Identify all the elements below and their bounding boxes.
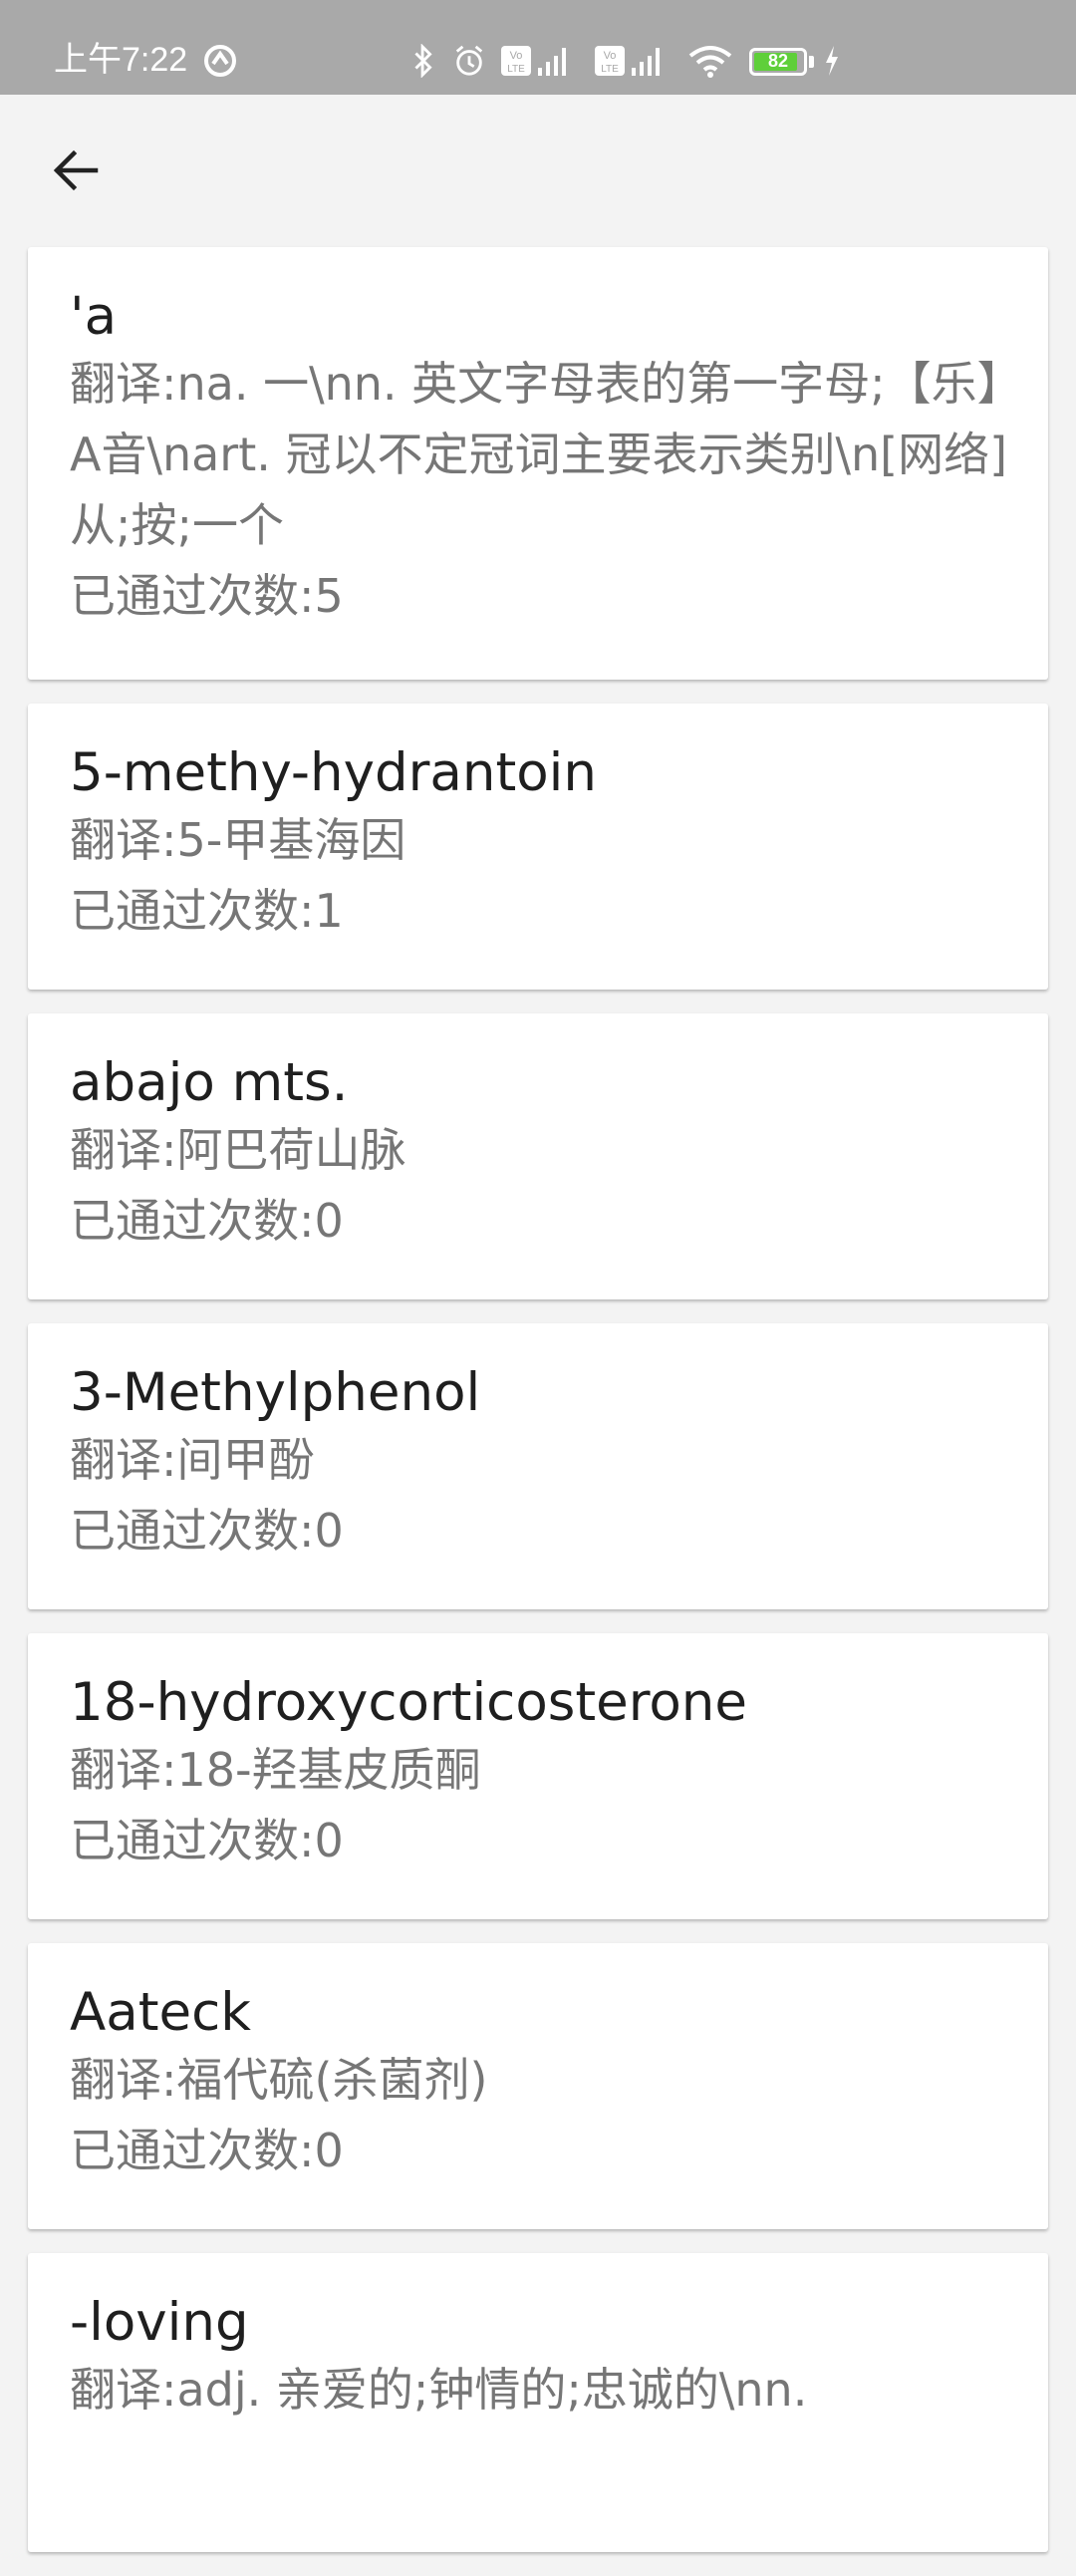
word-title: Aateck bbox=[70, 1982, 251, 2043]
battery-icon: 82 bbox=[749, 48, 807, 76]
status-time: 上午7:22 bbox=[54, 41, 188, 79]
word-translation: 翻译:18-羟基皮质酮 bbox=[70, 1743, 481, 1797]
alarm-icon bbox=[455, 45, 483, 76]
status-bar: 上午7:22 Vo LTE Vo LTE 82 bbox=[0, 0, 1076, 95]
word-card[interactable]: abajo mts. 翻译:阿巴荷山脉 已通过次数:0 bbox=[28, 1013, 1048, 1299]
volte-icon: Vo LTE bbox=[595, 46, 625, 76]
word-title: 3-Methylphenol bbox=[70, 1362, 481, 1423]
svg-text:LTE: LTE bbox=[601, 64, 619, 75]
battery-level: 82 bbox=[767, 51, 789, 71]
word-title: 'a bbox=[70, 286, 118, 347]
word-card[interactable]: 5-methy-hydrantoin 翻译:5-甲基海因 已通过次数:1 bbox=[28, 704, 1048, 990]
word-translation: 翻译:阿巴荷山脉 bbox=[70, 1123, 406, 1177]
word-pass-count: 已通过次数:0 bbox=[70, 2124, 344, 2177]
vpn-icon bbox=[204, 45, 236, 77]
word-list: 'a 翻译:na. 一\nn. 英文字母表的第一字母;【乐】A音\nart. 冠… bbox=[28, 247, 1048, 2576]
word-pass-count: 已通过次数:0 bbox=[70, 1194, 344, 1248]
word-card[interactable]: Aateck 翻译:福代硫(杀菌剂) 已通过次数:0 bbox=[28, 1943, 1048, 2229]
word-pass-count: 已通过次数:0 bbox=[70, 1504, 344, 1558]
word-title: 5-methy-hydrantoin bbox=[70, 742, 597, 803]
word-pass-count: 已通过次数:5 bbox=[70, 569, 344, 623]
app-bar bbox=[0, 95, 1076, 244]
charging-icon bbox=[826, 46, 838, 76]
signal-icon bbox=[538, 48, 566, 76]
bluetooth-icon bbox=[414, 44, 432, 78]
battery-cap bbox=[809, 56, 814, 68]
word-title: abajo mts. bbox=[70, 1052, 349, 1113]
word-translation: 翻译:5-甲基海因 bbox=[70, 813, 406, 867]
svg-text:LTE: LTE bbox=[507, 64, 525, 75]
wifi-icon bbox=[688, 46, 732, 78]
word-card[interactable]: 18-hydroxycorticosterone 翻译:18-羟基皮质酮 已通过… bbox=[28, 1633, 1048, 1919]
signal-icon bbox=[632, 48, 660, 76]
word-translation: 翻译:间甲酚 bbox=[70, 1433, 315, 1487]
word-title: -loving bbox=[70, 2292, 249, 2353]
word-pass-count: 已通过次数:1 bbox=[70, 884, 344, 938]
svg-text:Vo: Vo bbox=[510, 50, 523, 62]
word-title: 18-hydroxycorticosterone bbox=[70, 1672, 747, 1733]
word-translation: 翻译:福代硫(杀菌剂) bbox=[70, 2053, 488, 2107]
volte-icon: Vo LTE bbox=[501, 46, 531, 76]
word-translation: 翻译:na. 一\nn. 英文字母表的第一字母;【乐】A音\nart. 冠以不定… bbox=[70, 357, 1008, 552]
arrow-left-icon bbox=[53, 149, 99, 191]
word-pass-count: 已通过次数:0 bbox=[70, 1814, 344, 1867]
back-button[interactable] bbox=[36, 131, 116, 210]
word-card[interactable]: 'a 翻译:na. 一\nn. 英文字母表的第一字母;【乐】A音\nart. 冠… bbox=[28, 247, 1048, 680]
word-card[interactable]: -loving 翻译:adj. 亲爱的;钟情的;忠诚的\nn. bbox=[28, 2253, 1048, 2552]
svg-text:Vo: Vo bbox=[604, 50, 617, 62]
word-translation: 翻译:adj. 亲爱的;钟情的;忠诚的\nn. bbox=[70, 2363, 808, 2417]
word-card[interactable]: 3-Methylphenol 翻译:间甲酚 已通过次数:0 bbox=[28, 1323, 1048, 1609]
